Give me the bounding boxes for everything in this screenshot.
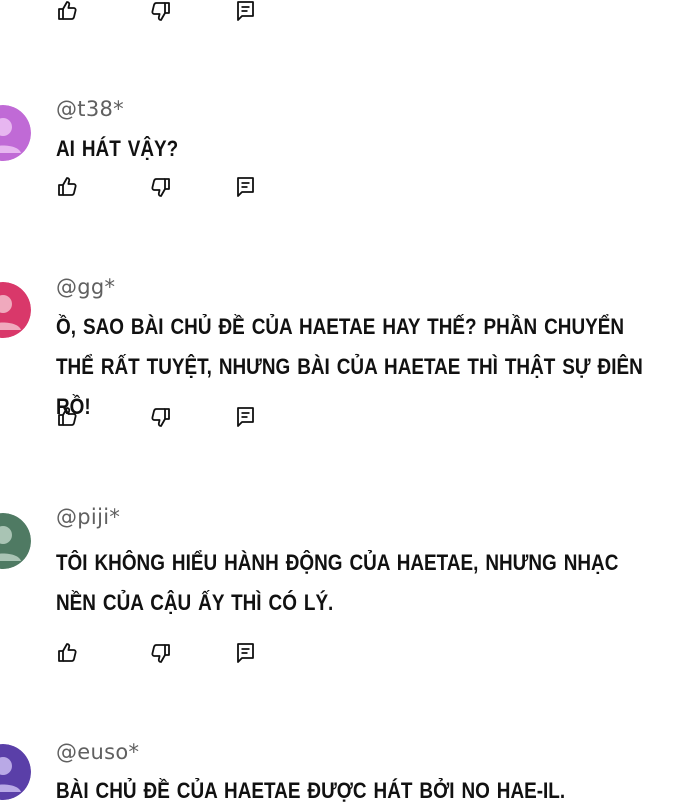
- thumbs-up-icon: [58, 643, 77, 662]
- comment-text: TÔI KHÔNG HIỂU HÀNH ĐỘNG CỦA HAETAE, NHƯ…: [56, 550, 619, 615]
- avatar[interactable]: [0, 513, 31, 569]
- dislike-button[interactable]: [147, 0, 173, 24]
- comment-actions: [55, 640, 259, 666]
- comment-text: AI HÁT VẬY?: [56, 136, 179, 161]
- comment-username[interactable]: @gg*: [56, 275, 115, 299]
- thumbs-up-icon: [58, 1, 77, 20]
- reply-button[interactable]: [233, 640, 259, 666]
- comment-actions-previous: [55, 0, 259, 24]
- avatar[interactable]: [0, 105, 31, 161]
- like-button[interactable]: [55, 404, 81, 430]
- thumbs-down-icon: [151, 408, 170, 427]
- comment-actions: [55, 404, 259, 430]
- reply-icon: [237, 1, 254, 21]
- reply-icon: [237, 643, 254, 663]
- dislike-button[interactable]: [147, 404, 173, 430]
- reply-icon: [237, 407, 254, 427]
- thumbs-down-icon: [151, 644, 170, 663]
- comment-username[interactable]: @t38*: [56, 97, 124, 121]
- thumbs-down-icon: [151, 2, 170, 21]
- reply-button[interactable]: [233, 174, 259, 200]
- thumbs-up-icon: [58, 407, 77, 426]
- reply-icon: [237, 177, 254, 197]
- comment-actions: [55, 174, 259, 200]
- comment-username[interactable]: @piji*: [56, 505, 120, 529]
- user-avatar-icon: [0, 282, 31, 338]
- user-avatar-icon: [0, 744, 31, 800]
- reply-button[interactable]: [233, 404, 259, 430]
- dislike-button[interactable]: [147, 174, 173, 200]
- user-avatar-icon: [0, 105, 31, 161]
- user-avatar-icon: [0, 513, 31, 569]
- avatar[interactable]: [0, 744, 31, 800]
- dislike-button[interactable]: [147, 640, 173, 666]
- like-button[interactable]: [55, 174, 81, 200]
- comment-username[interactable]: @euso*: [56, 740, 139, 764]
- comment-text: BÀI CHỦ ĐỀ CỦA HAETAE ĐƯỢC HÁT BỞI NO HA…: [56, 778, 566, 803]
- like-button[interactable]: [55, 0, 81, 24]
- avatar[interactable]: [0, 282, 31, 338]
- like-button[interactable]: [55, 640, 81, 666]
- thumbs-down-icon: [151, 178, 170, 197]
- reply-button[interactable]: [233, 0, 259, 24]
- thumbs-up-icon: [58, 177, 77, 196]
